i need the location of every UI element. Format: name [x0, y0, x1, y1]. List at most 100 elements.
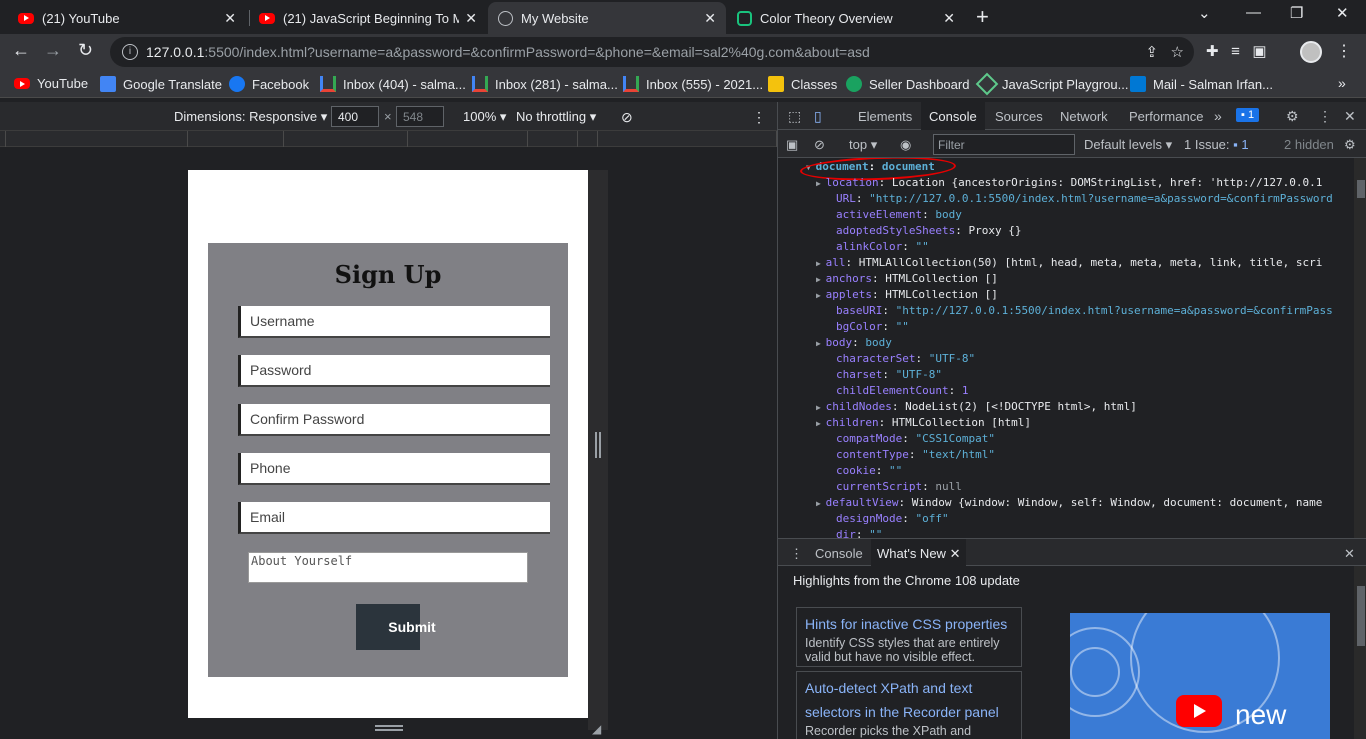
sidebar-toggle-icon[interactable]: ▣ — [786, 137, 798, 153]
chrome-menu-icon[interactable]: ⋮ — [1336, 41, 1352, 61]
feature-card-css-hints[interactable]: Hints for inactive CSS properties Identi… — [796, 607, 1022, 667]
bookmark-facebook[interactable]: Facebook — [229, 76, 309, 92]
console-settings-gear-icon[interactable]: ⚙ — [1344, 137, 1356, 153]
close-icon[interactable]: ✕ — [224, 10, 236, 27]
bookmark-youtube[interactable]: YouTube — [14, 76, 88, 91]
email-input[interactable]: Email — [238, 502, 550, 534]
clear-console-icon[interactable]: ⊘ — [814, 137, 825, 153]
collapsed-triangle-icon[interactable]: ▶ — [816, 275, 826, 284]
submit-button[interactable]: Submit — [356, 604, 468, 650]
tab-sources[interactable]: Sources — [995, 109, 1043, 124]
ruler-segment[interactable] — [408, 131, 528, 147]
restore-icon[interactable]: ❐ — [1290, 4, 1303, 22]
site-info-icon[interactable]: i — [122, 44, 138, 60]
more-bookmarks-icon[interactable]: » — [1338, 75, 1346, 91]
bookmark-inbox-404[interactable]: Inbox (404) - salma... — [320, 76, 466, 92]
drawer-close-icon[interactable]: ✕ — [1344, 546, 1355, 562]
about-textarea[interactable]: About Yourself — [248, 552, 528, 583]
throttling-dropdown[interactable]: No throttling ▾ — [516, 109, 596, 125]
tab-elements[interactable]: Elements — [858, 109, 912, 124]
ruler-segment[interactable] — [6, 131, 188, 147]
ruler-segment[interactable] — [188, 131, 284, 147]
resize-corner-icon[interactable]: ◢ — [592, 722, 601, 736]
issues-button[interactable]: 1 Issue: ▪ 1 — [1184, 137, 1249, 152]
tab-my-website[interactable]: My Website ✕ — [488, 2, 726, 34]
window-close-icon[interactable]: ✕ — [1336, 4, 1349, 22]
media-queue-icon[interactable]: ≡ — [1231, 43, 1240, 60]
console-property-row[interactable]: ▶ location: Location {ancestorOrigins: D… — [816, 175, 1322, 191]
ruler-segment[interactable] — [284, 131, 408, 147]
collapsed-triangle-icon[interactable]: ▶ — [816, 179, 826, 188]
feature-card-xpath[interactable]: Auto-detect XPath and text selectors in … — [796, 671, 1022, 739]
tab-console[interactable]: Console — [921, 102, 985, 130]
forward-arrow-icon[interactable]: → — [44, 40, 62, 61]
back-arrow-icon[interactable]: ← — [12, 40, 30, 61]
feature-card-title[interactable]: Hints for inactive CSS properties — [805, 612, 1013, 636]
console-property-row[interactable]: ▶ anchors: HTMLCollection [] — [816, 271, 998, 287]
drawer-menu-icon[interactable]: ⋮ — [790, 546, 803, 562]
tab-performance[interactable]: Performance — [1129, 109, 1203, 124]
console-filter-input[interactable]: Filter — [933, 134, 1075, 155]
close-icon[interactable]: ✕ — [943, 10, 955, 27]
close-icon[interactable]: ✕ — [704, 10, 716, 27]
customize-menu-icon[interactable]: ⋮ — [1318, 108, 1332, 125]
tab-youtube[interactable]: (21) YouTube ✕ — [8, 2, 246, 34]
youtube-play-icon[interactable] — [1176, 695, 1222, 727]
bookmark-javascript-playground[interactable]: JavaScript Playgrou... — [975, 72, 1128, 96]
dimensions-dropdown[interactable]: Dimensions: Responsive ▾ — [174, 109, 327, 125]
bookmark-seller-dashboard[interactable]: Seller Dashboard — [846, 76, 969, 92]
resize-handle-right[interactable] — [595, 432, 601, 458]
more-tabs-icon[interactable]: » — [1214, 108, 1222, 124]
close-icon[interactable]: ✕ — [465, 10, 477, 27]
console-property-row[interactable]: ▶ applets: HTMLCollection [] — [816, 287, 998, 303]
live-expression-eye-icon[interactable]: ◉ — [900, 137, 911, 153]
reload-icon[interactable]: ↻ — [78, 40, 93, 61]
password-input[interactable]: Password — [238, 355, 550, 387]
devtools-close-icon[interactable]: ✕ — [1344, 108, 1356, 125]
username-input[interactable]: Username — [238, 306, 550, 338]
settings-gear-icon[interactable]: ⚙ — [1286, 108, 1299, 125]
drawer-scrollbar[interactable] — [1354, 566, 1366, 739]
bookmark-classes[interactable]: Classes — [768, 76, 837, 92]
profile-avatar[interactable] — [1300, 41, 1322, 63]
tab-network[interactable]: Network — [1060, 109, 1108, 124]
collapsed-triangle-icon[interactable]: ▶ — [816, 403, 826, 412]
tab-color-theory[interactable]: Color Theory Overview ✕ — [727, 2, 965, 34]
bookmark-mail-outlook[interactable]: Mail - Salman Irfan... — [1130, 76, 1273, 92]
console-property-row[interactable]: ▶ all: HTMLAllCollection(50) [html, head… — [816, 255, 1322, 271]
resize-handle-bottom[interactable] — [375, 725, 403, 731]
collapsed-triangle-icon[interactable]: ▶ — [816, 291, 826, 300]
rotate-block-icon[interactable]: ⊘ — [621, 109, 633, 126]
bookmark-inbox-555[interactable]: Inbox (555) - 2021... — [623, 76, 763, 92]
inspect-element-icon[interactable]: ⬚ — [788, 108, 801, 125]
tab-search-chevron-icon[interactable]: ⌄ — [1198, 4, 1211, 22]
drawer-tab-whats-new[interactable]: What's New ✕ — [871, 539, 967, 566]
feature-card-title[interactable]: Auto-detect XPath and text selectors in … — [805, 676, 1013, 724]
device-toggle-icon[interactable]: ▯ — [814, 108, 822, 125]
console-property-row[interactable]: ▶ defaultView: Window {window: Window, s… — [816, 495, 1322, 511]
ruler-segment[interactable] — [578, 131, 598, 147]
phone-input[interactable]: Phone — [238, 453, 550, 485]
height-input[interactable]: 548 — [396, 106, 444, 127]
extensions-puzzle-icon[interactable]: ✚ — [1206, 43, 1219, 60]
bookmark-inbox-281[interactable]: Inbox (281) - salma... — [472, 76, 618, 92]
share-icon[interactable]: ⇪ — [1145, 44, 1158, 61]
zoom-dropdown[interactable]: 100% ▾ — [463, 109, 506, 125]
ruler-segment[interactable] — [598, 131, 777, 147]
bookmark-star-icon[interactable]: ☆ — [1171, 44, 1184, 61]
collapsed-triangle-icon[interactable]: ▶ — [816, 339, 826, 348]
side-panel-icon[interactable]: ▣ — [1252, 43, 1266, 60]
width-input[interactable]: 400 — [331, 106, 379, 127]
drawer-tab-console[interactable]: Console — [815, 546, 863, 561]
console-scrollbar[interactable] — [1354, 158, 1366, 538]
console-property-row[interactable]: ▶ children: HTMLCollection [html] — [816, 415, 1031, 431]
console-property-row[interactable]: ▶ childNodes: NodeList(2) [<!DOCTYPE htm… — [816, 399, 1137, 415]
log-levels-dropdown[interactable]: Default levels ▾ — [1084, 137, 1172, 153]
collapsed-triangle-icon[interactable]: ▶ — [816, 419, 826, 428]
device-options-icon[interactable]: ⋮ — [752, 109, 766, 126]
address-url[interactable]: 127.0.0.1:5500/index.html?username=a&pas… — [146, 44, 870, 60]
new-tab-plus-icon[interactable]: + — [976, 6, 989, 28]
address-bar[interactable]: i 127.0.0.1:5500/index.html?username=a&p… — [110, 37, 1194, 67]
collapsed-triangle-icon[interactable]: ▶ — [816, 259, 826, 268]
console-property-row[interactable]: ▶ body: body — [816, 335, 892, 351]
